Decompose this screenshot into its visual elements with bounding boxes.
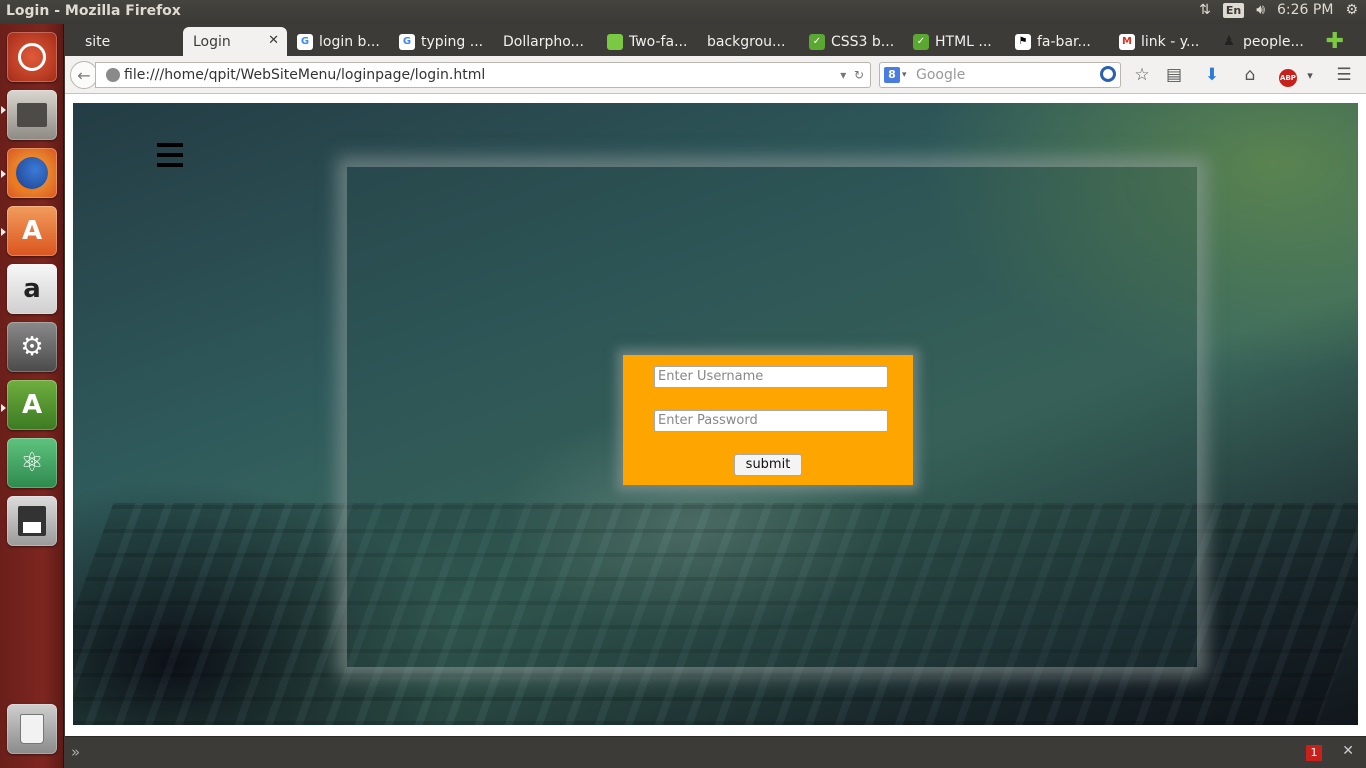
amazon-icon[interactable]: a [7,264,57,314]
atom-icon[interactable]: ⚛ [7,438,57,488]
url-controls: ▾ ↻ [840,63,864,87]
software-center-icon[interactable]: A [7,206,57,256]
tab-label: backgrou... [707,33,786,50]
search-placeholder: Google [916,67,966,83]
tab-dollarphoto[interactable]: Dollarpho... [493,27,597,56]
navigation-toolbar: ← file:///home/qpit/WebSiteMenu/loginpag… [65,56,1366,94]
adblock-icon[interactable]: ABP [1277,65,1299,87]
tab-background[interactable]: backgrou... [697,27,801,56]
system-settings-icon[interactable]: ⚙ [7,322,57,372]
close-icon[interactable]: ✕ [1342,743,1354,759]
browser-window: site Login ✕ G login b... G typing ... D… [65,24,1366,736]
software-updater-icon[interactable]: A [7,380,57,430]
tab-typing-search[interactable]: G typing ... [389,27,493,56]
people-icon: ♟ [1223,34,1235,49]
back-button[interactable]: ← [70,61,98,89]
page-content: Enter Username Enter Password submit [73,103,1358,725]
tab-site[interactable]: site [75,27,183,56]
launcher: A a ⚙ A ⚛ [0,24,64,768]
gmail-icon: M [1119,33,1135,50]
tab-gmail[interactable]: M link - y... [1109,27,1213,56]
tab-label: site [85,33,111,50]
search-bar[interactable]: 8 ▾ Google [879,62,1121,88]
submit-button[interactable]: submit [734,454,802,476]
tab-strip: site Login ✕ G login b... G typing ... D… [65,24,1366,56]
tab-login[interactable]: Login ✕ [183,27,287,56]
hamburger-menu-icon[interactable] [157,143,183,167]
username-input[interactable]: Enter Username [654,366,888,388]
menu-icon[interactable]: ☰ [1333,65,1355,85]
url-bar[interactable]: file:///home/qpit/WebSiteMenu/loginpage/… [95,62,871,88]
tab-label: Dollarpho... [503,33,584,50]
password-placeholder: Enter Password [658,413,758,428]
tab-label: Login [193,33,231,50]
network-icon[interactable]: ⇅ [1199,2,1211,18]
username-placeholder: Enter Username [658,369,764,384]
google-search-engine-icon[interactable]: 8 [884,67,900,83]
tab-label: HTML ... [935,33,992,50]
ubuntu-dash-icon[interactable] [7,32,57,82]
tab-people[interactable]: ♟ people... [1211,27,1311,56]
password-input[interactable]: Enter Password [654,410,888,432]
tab-label: CSS3 b... [831,33,895,50]
tab-label: link - y... [1141,33,1200,50]
add-on-bar: » 1 ✕ [65,736,1366,768]
files-icon[interactable] [7,90,57,140]
gear-icon[interactable]: ⚙ [1345,2,1358,18]
green-chart-icon: ✓ [913,33,929,50]
trash-icon[interactable] [7,704,57,754]
tab-label: Two-fa... [629,33,688,50]
tab-two-factor[interactable]: Two-fa... [597,27,701,56]
green-chart-icon: ✓ [809,33,825,50]
tab-css3[interactable]: ✓ CSS3 b... [799,27,903,56]
window-title-bar: Login - Mozilla Firefox ⇅ En 🔊︎ 6:26 PM … [0,0,1366,24]
bookmark-star-icon[interactable]: ☆ [1131,65,1153,85]
reload-icon[interactable]: ↻ [854,68,864,82]
google-icon: G [399,33,415,50]
system-indicators: ⇅ En 🔊︎ 6:26 PM ⚙ [1199,2,1358,18]
adblock-dropdown-icon[interactable]: ▾ [1299,69,1321,82]
back-arrow-icon: ← [77,65,91,85]
search-icon[interactable] [1100,66,1116,82]
new-tab-icon[interactable]: ✚ [1326,29,1344,54]
volume-icon[interactable]: 🔊︎ [1256,2,1265,18]
download-icon[interactable]: ⬇ [1201,65,1223,85]
tab-label: typing ... [421,33,484,50]
dropdown-chevron-icon[interactable]: ▾ [840,68,846,82]
tab-label: login b... [319,33,380,50]
tab-label: fa-bar... [1037,33,1091,50]
url-text: file:///home/qpit/WebSiteMenu/loginpage/… [124,67,486,83]
save-disk-icon[interactable] [7,496,57,546]
globe-icon [106,68,120,82]
tab-html[interactable]: ✓ HTML ... [903,27,1007,56]
double-chevron-icon[interactable]: » [71,743,80,761]
tab-label: people... [1243,33,1304,50]
home-icon[interactable]: ⌂ [1239,65,1261,85]
reading-list-icon[interactable]: ▤ [1163,65,1185,85]
window-title: Login - Mozilla Firefox [6,3,181,19]
green-page-icon [607,33,623,50]
keyboard-layout-indicator[interactable]: En [1222,2,1245,18]
tab-fa-bars[interactable]: ⚑ fa-bar... [1005,27,1109,56]
flag-icon: ⚑ [1015,33,1031,50]
clock[interactable]: 6:26 PM [1277,2,1333,18]
notification-badge[interactable]: 1 [1306,745,1322,761]
google-icon: G [297,33,313,50]
close-tab-icon[interactable]: ✕ [268,33,279,48]
firefox-icon[interactable] [7,148,57,198]
login-form: Enter Username Enter Password submit [623,355,913,485]
engine-dropdown-icon[interactable]: ▾ [902,63,907,87]
tab-login-search[interactable]: G login b... [287,27,389,56]
